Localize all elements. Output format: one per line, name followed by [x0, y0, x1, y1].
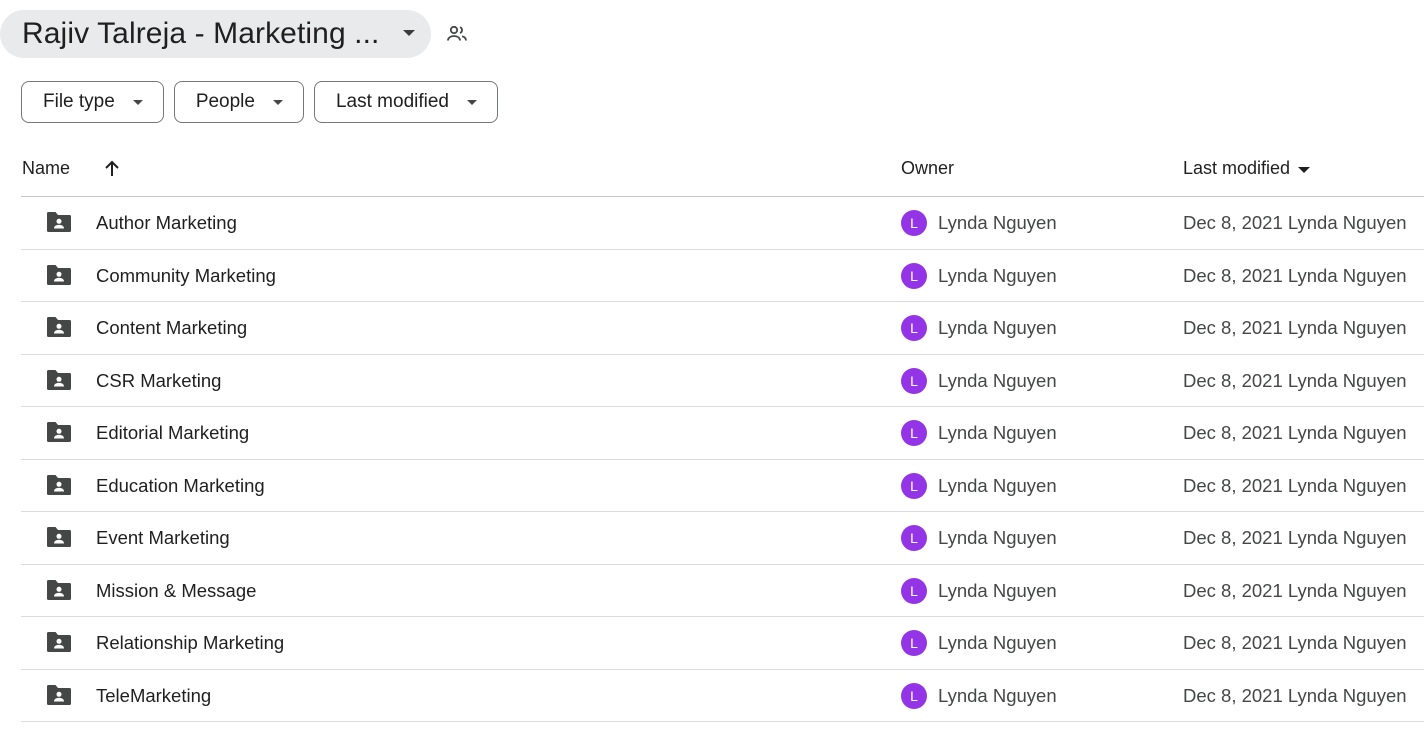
file-row[interactable]: Content Marketing L Lynda Nguyen Dec 8, 202… [21, 302, 1424, 355]
file-type-filter[interactable]: File type [21, 81, 164, 123]
shared-folder-icon [45, 315, 73, 339]
file-row[interactable]: Mission & Message L Lynda Nguyen Dec 8, 202… [21, 565, 1424, 617]
caret-down-icon [1298, 166, 1311, 173]
shared-folder-icon [45, 473, 73, 497]
file-row[interactable]: TeleMarketing L Lynda Nguyen Dec 8, 2021 Ly… [21, 670, 1424, 722]
shared-folder-icon [45, 683, 73, 707]
file-name: Community Marketing [96, 264, 276, 286]
filter-chips: File type People Last modified [21, 81, 498, 123]
people-filter-label: People [195, 91, 255, 112]
file-name: Content Marketing [96, 317, 248, 338]
last-modified-value: Dec 8, 2021 Lynda Nguyen [1183, 369, 1407, 391]
owner-name: Lynda Nguyen [938, 264, 1057, 286]
file-row[interactable]: Relationship Marketing L Lynda Nguyen Dec 8… [21, 617, 1424, 670]
avatar: L [901, 315, 927, 341]
owner-name: Lynda Nguyen [938, 579, 1057, 601]
last-modified-value: Dec 8, 2021 Lynda Nguyen [1183, 579, 1407, 601]
file-row[interactable]: Editorial Marketing L Lynda Nguyen Dec 8, 2… [21, 407, 1424, 460]
owner-name: Lynda Nguyen [938, 684, 1057, 706]
avatar: L [901, 630, 927, 656]
owner-name: Lynda Nguyen [938, 317, 1057, 338]
last-modified-filter[interactable]: Last modified [313, 81, 498, 123]
file-row[interactable]: CSR Marketing L Lynda Nguyen Dec 8, 2021 Ly… [21, 355, 1424, 407]
shared-folder-icon [45, 368, 73, 392]
file-name: Author Marketing [96, 212, 237, 233]
file-row[interactable]: Community Marketing L Lynda Nguyen Dec 8, 2… [21, 250, 1424, 302]
caret-down-icon [467, 99, 477, 105]
folder-title-dropdown[interactable]: Rajiv Talreja - Marketing ... [0, 10, 431, 58]
caret-down-icon [403, 30, 415, 36]
avatar: L [901, 210, 927, 236]
people-filter[interactable]: People [173, 81, 304, 123]
owner-name: Lynda Nguyen [938, 422, 1057, 443]
file-name: Relationship Marketing [96, 632, 285, 653]
people-icon[interactable] [445, 22, 469, 46]
shared-folder-icon [45, 578, 73, 602]
last-modified-value: Dec 8, 2021 Lynda Nguyen [1183, 264, 1407, 286]
avatar: L [901, 577, 927, 604]
last-modified-value: Dec 8, 2021 Lynda Nguyen [1183, 317, 1407, 338]
avatar: L [901, 472, 927, 499]
file-row[interactable]: Education Marketing L Lynda Nguyen Dec 8, 2… [21, 460, 1424, 512]
avatar: L [901, 525, 927, 551]
shared-folder-icon [45, 525, 73, 549]
avatar: L [901, 262, 927, 289]
last-modified-value: Dec 8, 2021 Lynda Nguyen [1183, 212, 1407, 233]
owner-name: Lynda Nguyen [938, 632, 1057, 653]
file-name: Education Marketing [96, 474, 265, 496]
owner-name: Lynda Nguyen [938, 527, 1057, 548]
file-name: Editorial Marketing [96, 422, 250, 443]
shared-folder-icon [45, 210, 73, 234]
folder-title: Rajiv Talreja - Marketing ... [22, 17, 380, 50]
last-modified-value: Dec 8, 2021 Lynda Nguyen [1183, 422, 1407, 443]
file-name: Event Marketing [96, 527, 230, 548]
shared-folder-icon [45, 420, 73, 444]
file-list-header: Name Owner Last modified [21, 146, 1424, 197]
last-modified-value: Dec 8, 2021 Lynda Nguyen [1183, 474, 1407, 496]
file-row[interactable]: Author Marketing L Lynda Nguyen Dec 8, 2021… [21, 197, 1424, 250]
last-modified-value: Dec 8, 2021 Lynda Nguyen [1183, 632, 1407, 653]
caret-down-icon [132, 99, 143, 105]
shared-folder-icon [45, 630, 73, 654]
avatar: L [901, 682, 927, 709]
column-header-owner: Owner [901, 158, 955, 178]
file-name: CSR Marketing [96, 369, 222, 391]
last-modified-value: Dec 8, 2021 Lynda Nguyen [1183, 684, 1407, 706]
file-name: TeleMarketing [96, 684, 212, 706]
last-modified-filter-label: Last modified [335, 91, 449, 112]
file-name: Mission & Message [96, 579, 257, 601]
file-type-filter-label: File type [43, 91, 115, 112]
file-list: Author Marketing L Lynda Nguyen Dec 8, 2021… [21, 197, 1424, 722]
column-header-name[interactable]: Name [22, 158, 70, 179]
column-header-last-modified[interactable]: Last modified [1183, 158, 1311, 179]
caret-down-icon [272, 99, 283, 105]
avatar: L [901, 367, 927, 394]
file-row[interactable]: Event Marketing L Lynda Nguyen Dec 8, 2021 … [21, 512, 1424, 565]
owner-name: Lynda Nguyen [938, 474, 1057, 496]
last-modified-value: Dec 8, 2021 Lynda Nguyen [1183, 527, 1407, 548]
arrow-up-icon[interactable] [101, 158, 123, 180]
owner-name: Lynda Nguyen [938, 369, 1057, 391]
avatar: L [901, 420, 927, 446]
owner-name: Lynda Nguyen [938, 212, 1057, 233]
shared-folder-icon [45, 263, 73, 287]
column-header-last-modified-label: Last modified [1183, 158, 1291, 178]
